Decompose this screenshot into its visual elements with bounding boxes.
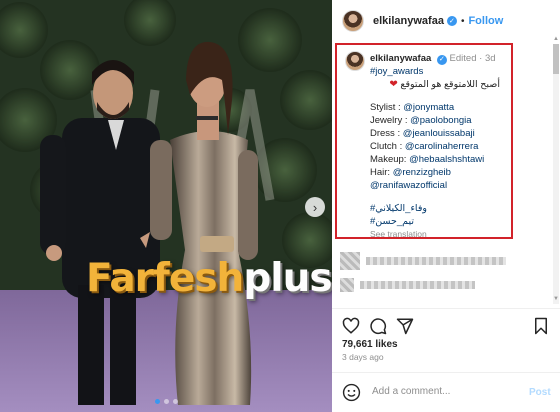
emoji-icon[interactable]: [342, 383, 361, 402]
farfesh-watermark: Farfesh plus.com: [86, 256, 332, 301]
credit-label: Makeup:: [370, 154, 410, 165]
see-translation-link[interactable]: See translation: [370, 229, 427, 239]
carousel-dot: [154, 399, 160, 404]
carousel-dot: [163, 399, 169, 404]
credit-line: Clutch : @carolinaherrera: [370, 140, 513, 153]
add-comment-bar: Post: [332, 372, 560, 412]
caption-username[interactable]: elkilanywafaa: [370, 53, 431, 64]
credit-handle-link[interactable]: @jeanlouissabaji: [403, 128, 475, 139]
hashtag-wafaa-elkilany[interactable]: #وفاء_الكيلاني: [370, 202, 513, 215]
credit-line: Makeup: @hebaalshshtawi: [370, 153, 513, 166]
blurred-avatar: [340, 278, 354, 292]
blurred-comment-text: [360, 281, 475, 289]
scrollbar-thumb[interactable]: [553, 44, 559, 74]
add-comment-input[interactable]: [372, 386, 502, 397]
credit-handle-link[interactable]: @jonymatta: [403, 102, 454, 113]
verified-badge-icon: ✓: [436, 54, 447, 65]
credit-handle-link[interactable]: @hebaalshshtawi: [409, 154, 484, 165]
blurred-avatar: [340, 252, 360, 270]
post-side-panel: elkilanywafaa ✓ • Follow elkilanywafaa ✓…: [332, 0, 560, 412]
caption-arabic-text: أصبح اللامتوقع هو المتوقع: [400, 79, 500, 90]
blurred-comment: [340, 252, 525, 270]
caption-highlight: elkilanywafaa ✓ Edited · 3d #joy_awards …: [335, 43, 513, 239]
share-icon[interactable]: [396, 317, 414, 335]
credit-label: Clutch :: [370, 141, 405, 152]
red-heart-emoji-icon: ❤: [389, 79, 398, 90]
credits-list: Stylist : @jonymatta Jewelry : @paolobong…: [370, 101, 513, 192]
caption-avatar[interactable]: [345, 51, 365, 71]
caption-arabic-line: أصبح اللامتوقع هو المتوقع ❤: [370, 78, 500, 91]
header-username[interactable]: elkilanywafaa: [373, 15, 444, 27]
credit-handle-link[interactable]: @renzizgheib: [393, 167, 451, 178]
caption-scrollbar[interactable]: [553, 44, 559, 304]
chevron-right-icon: ›: [312, 199, 318, 215]
post-time-ago[interactable]: 3 days ago: [342, 352, 384, 362]
credit-line: @ranifawazofficial: [370, 179, 513, 192]
carousel-dots: [0, 399, 332, 404]
carousel-dot: [172, 399, 178, 404]
credit-handle-link[interactable]: @carolinaherrera: [405, 141, 479, 152]
post-comment-button[interactable]: Post: [529, 387, 551, 398]
caption-age[interactable]: 3d: [485, 53, 496, 64]
header-separator: •: [460, 15, 465, 27]
credit-line: Jewelry : @paolobongia: [370, 114, 513, 127]
blurred-comment: [340, 276, 525, 294]
watermark-plus: plus.com: [243, 256, 332, 301]
credit-label: Dress :: [370, 128, 403, 139]
follow-button[interactable]: Follow: [468, 15, 503, 27]
blurred-comment-text: [366, 257, 506, 265]
credit-line: Hair: @renzizgheib: [370, 166, 513, 179]
caption-body: elkilanywafaa ✓ Edited · 3d #joy_awards …: [370, 52, 513, 241]
edited-label: Edited: [449, 53, 477, 64]
credit-line: Dress : @jeanlouissabaji: [370, 127, 513, 140]
avatar[interactable]: [342, 10, 364, 32]
verified-badge-icon: ✓: [446, 16, 457, 26]
scroll-up-arrow-icon[interactable]: ▲: [553, 36, 559, 42]
credit-label: Stylist :: [370, 102, 404, 113]
carousel-next-button[interactable]: ›: [305, 197, 325, 217]
red-carpet-photo: [0, 0, 332, 412]
meta-separator: ·: [479, 53, 483, 64]
post-photo[interactable]: Farfesh plus.com ›: [0, 0, 332, 412]
bookmark-icon[interactable]: [532, 317, 550, 335]
comment-icon[interactable]: [369, 317, 387, 335]
heart-icon[interactable]: [342, 317, 360, 335]
watermark-main: Farfesh: [86, 256, 244, 301]
likes-count[interactable]: 79,661 likes: [342, 339, 398, 350]
post-actions-bar: [332, 308, 560, 340]
scroll-down-arrow-icon[interactable]: ▼: [553, 296, 559, 302]
credit-handle-link[interactable]: @paolobongia: [410, 115, 471, 126]
credit-line: Stylist : @jonymatta: [370, 101, 513, 114]
hashtag-joy-awards[interactable]: #joy_awards: [370, 65, 513, 78]
post-header: elkilanywafaa ✓ • Follow: [332, 0, 560, 42]
credit-label: Jewelry :: [370, 115, 411, 126]
credit-label: Hair:: [370, 167, 393, 178]
hashtag-taim-hassan[interactable]: #تيم_حسن: [370, 215, 513, 228]
credit-handle-link[interactable]: @ranifawazofficial: [370, 180, 447, 191]
